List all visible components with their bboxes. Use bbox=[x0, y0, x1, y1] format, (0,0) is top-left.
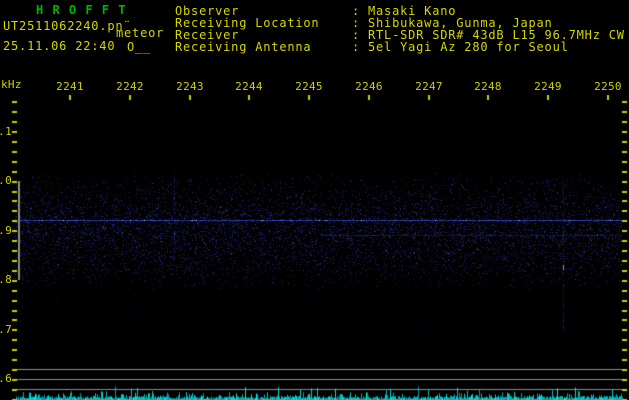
app-title: H R O F F T bbox=[36, 3, 127, 17]
info-row-observer: Observer: Masaki Kano bbox=[175, 4, 629, 18]
y-tick-label: 1.1 bbox=[0, 125, 12, 138]
y-tick-label: 0.7 bbox=[0, 323, 12, 336]
x-tick-label: 2250 bbox=[594, 80, 622, 93]
y-tick-label: 0.9 bbox=[0, 224, 12, 237]
spectrogram-canvas bbox=[0, 0, 629, 400]
x-tick-label: 2248 bbox=[474, 80, 502, 93]
hrofft-output-image: H R O F F T UT2511062240.pn¨ meteor 25.1… bbox=[0, 0, 629, 400]
x-tick-label: 2249 bbox=[534, 80, 562, 93]
info-row-receiver: Receiver: RTL-SDR SDR# 43dB L15 96.7MHz C… bbox=[175, 28, 629, 42]
x-tick-label: 2241 bbox=[56, 80, 84, 93]
x-tick-label: 2246 bbox=[355, 80, 383, 93]
info-value: 5el Yagi Az 280 for Seoul bbox=[368, 40, 569, 54]
y-tick-label: 1.0 bbox=[0, 174, 12, 187]
x-tick-label: 2243 bbox=[176, 80, 204, 93]
x-tick-label: 2244 bbox=[235, 80, 263, 93]
station-name: meteor bbox=[116, 26, 165, 40]
x-tick-label: 2247 bbox=[415, 80, 443, 93]
info-row-location: Receiving Location: Shibukawa, Gunma, Jap… bbox=[175, 16, 629, 30]
x-tick-label: 2242 bbox=[116, 80, 144, 93]
colon-separator: : bbox=[352, 40, 361, 54]
y-tick-label: 0.8 bbox=[0, 273, 12, 286]
info-row-antenna: Receiving Antenna:5el Yagi Az 280 for Se… bbox=[175, 40, 629, 54]
x-tick-label: 2245 bbox=[295, 80, 323, 93]
counter-text: O__ bbox=[127, 40, 152, 54]
y-tick-label: 0.6 bbox=[0, 372, 12, 385]
filename-text: UT2511062240.pn¨ bbox=[3, 19, 132, 33]
y-axis-unit-label: kHz bbox=[1, 78, 22, 91]
info-label: Receiving Antenna bbox=[175, 40, 312, 54]
datetime-text: 25.11.06 22:40 bbox=[3, 39, 116, 53]
